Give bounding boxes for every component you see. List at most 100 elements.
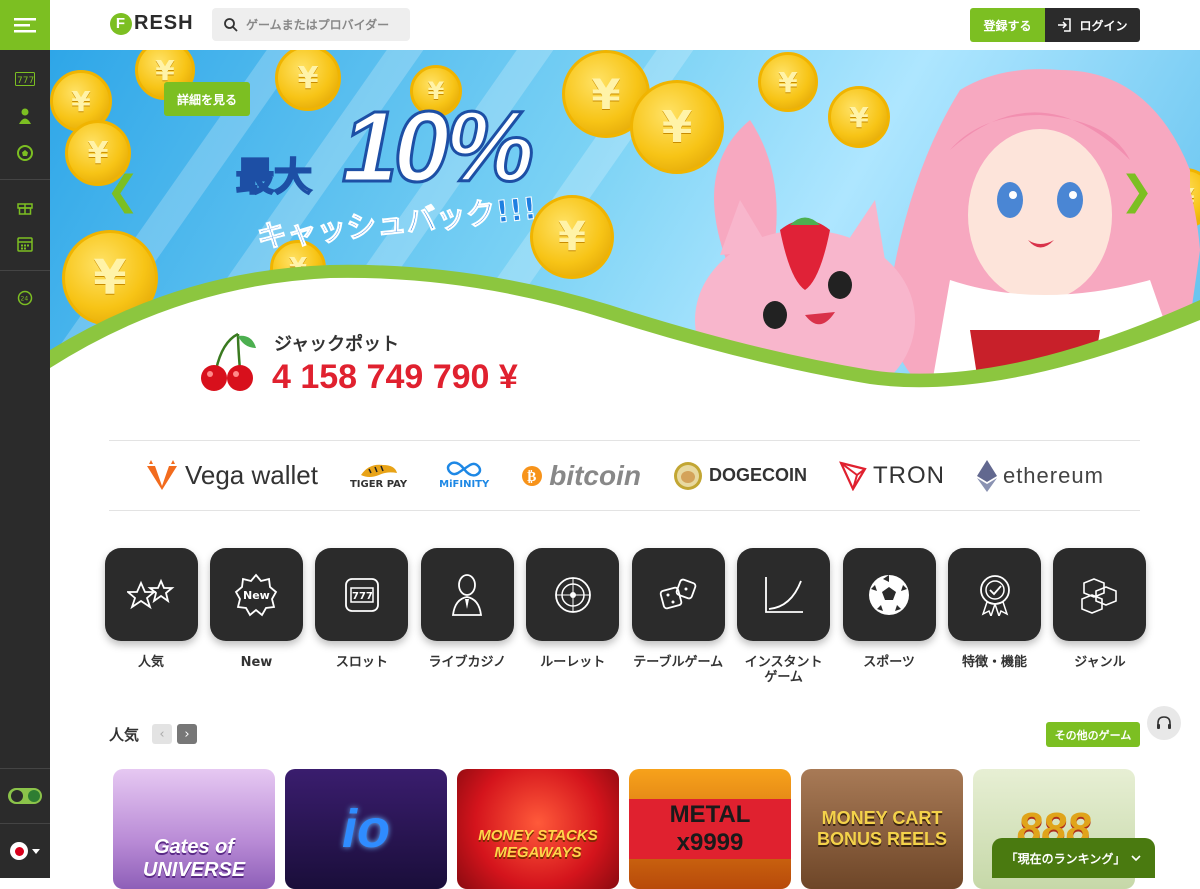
- category-label: スポーツ: [863, 655, 915, 670]
- sidebar-item-sports[interactable]: [0, 134, 50, 171]
- category-instant-games[interactable]: インスタント ゲーム: [737, 548, 831, 685]
- more-games-button[interactable]: その他のゲーム: [1046, 722, 1140, 747]
- sidebar-item-live-casino[interactable]: [0, 97, 50, 134]
- register-button[interactable]: 登録する: [970, 8, 1045, 42]
- game-title: Gates of UNIVERSE: [142, 836, 246, 881]
- sidebar-item-calendar[interactable]: [0, 225, 50, 262]
- carousel-next-button[interactable]: ›: [177, 724, 197, 744]
- payment-label: Vega wallet: [184, 460, 318, 490]
- japan-flag-icon: [10, 842, 28, 860]
- category-tile[interactable]: [420, 548, 514, 641]
- svg-text:777: 777: [352, 591, 373, 602]
- theme-switch[interactable]: [8, 788, 42, 804]
- search-input[interactable]: [246, 17, 406, 32]
- category-tile[interactable]: 777: [315, 548, 409, 641]
- headset-icon: [1157, 716, 1171, 729]
- category-label: ジャンル: [1074, 655, 1126, 670]
- category-tile[interactable]: [526, 548, 620, 641]
- category-sports[interactable]: スポーツ: [842, 548, 936, 685]
- menu-toggle-button[interactable]: [0, 0, 50, 50]
- logo-mark: F: [110, 12, 132, 35]
- soccer-ball-icon: [17, 144, 33, 161]
- category-tile[interactable]: [948, 548, 1041, 641]
- category-tile[interactable]: [104, 548, 198, 641]
- payment-tron: TRON: [839, 460, 945, 491]
- gift-icon: [17, 202, 33, 215]
- tron-icon: [839, 460, 867, 491]
- game-title: MONEY CART BONUS REELS: [816, 808, 948, 849]
- caret-down-icon: [32, 848, 40, 854]
- game-card[interactable]: Gates of UNIVERSE: [113, 769, 275, 889]
- ranking-label: 「現在のランキング」: [1005, 851, 1126, 866]
- category-nav: 人気 New New 777 スロット ライブカジノ ルーレット テーブルゲーム: [104, 548, 1147, 685]
- stars-icon: [127, 578, 175, 609]
- logo-text: RESH: [134, 12, 194, 34]
- infinity-logo-icon: [446, 461, 482, 477]
- category-tile[interactable]: New: [209, 548, 303, 641]
- category-tile[interactable]: [842, 548, 936, 641]
- site-logo[interactable]: F RESH: [110, 12, 194, 35]
- search-box[interactable]: [212, 8, 410, 41]
- svg-text:₿: ₿: [527, 469, 536, 485]
- game-card[interactable]: METAL x9999: [629, 769, 791, 889]
- sun-icon: [11, 790, 23, 802]
- category-new[interactable]: New New: [209, 548, 303, 685]
- payment-vega-wallet: Vega wallet: [145, 459, 318, 492]
- payment-label: TRON: [872, 461, 945, 489]
- category-live-casino[interactable]: ライブカジノ: [420, 548, 514, 685]
- support-chat-button[interactable]: [1147, 706, 1181, 740]
- game-card[interactable]: io: [285, 769, 447, 889]
- category-label: ルーレット: [540, 655, 606, 670]
- category-slots[interactable]: 777 スロット: [315, 548, 409, 685]
- category-features[interactable]: 特徴・機能: [948, 548, 1042, 685]
- game-title: METAL x9999: [629, 799, 791, 859]
- theme-toggle[interactable]: [0, 768, 50, 823]
- category-label: 人気: [137, 655, 164, 670]
- details-button[interactable]: 詳細を見る: [164, 82, 250, 116]
- sidebar: 777 24: [0, 0, 50, 878]
- category-tile[interactable]: [631, 548, 725, 641]
- vega-wallet-logo-icon: [146, 459, 177, 490]
- popular-games-row: Gates of UNIVERSE io MONEY STACKS MEGAWA…: [113, 769, 1135, 889]
- sidebar-item-promotions[interactable]: [0, 188, 50, 225]
- sidebar-item-slots[interactable]: 777: [0, 60, 50, 97]
- payment-tiger-pay: TIGER PAY: [350, 461, 407, 490]
- dogecoin-icon: [673, 461, 702, 490]
- payment-dogecoin: DOGECOIN: [673, 461, 807, 491]
- payment-label: ethereum: [1002, 462, 1104, 488]
- category-popular[interactable]: 人気: [104, 548, 198, 685]
- banner-prev-arrow[interactable]: ❮: [106, 168, 140, 214]
- sidebar-divider: [0, 270, 50, 271]
- svg-text:777: 777: [17, 76, 34, 86]
- game-card[interactable]: MONEY CART BONUS REELS: [801, 769, 963, 889]
- svg-text:New: New: [243, 589, 270, 602]
- category-tile[interactable]: [737, 548, 831, 641]
- slot-machine-icon: 777: [344, 577, 379, 612]
- ranking-toggle-button[interactable]: 「現在のランキング」: [992, 838, 1155, 878]
- category-label: テーブルゲーム: [633, 655, 724, 670]
- category-genre[interactable]: ジャンル: [1053, 548, 1147, 685]
- category-label: 特徴・機能: [961, 655, 1027, 670]
- category-label: インスタント ゲーム: [744, 655, 823, 685]
- sidebar-bottom: [0, 768, 50, 878]
- payment-mifinity: MiFINITY: [439, 461, 489, 490]
- promo-prefix: 最大: [235, 154, 313, 200]
- live-dealer-icon: [452, 573, 483, 616]
- dice-icon: [659, 578, 697, 609]
- category-tile[interactable]: [1053, 548, 1147, 641]
- banner-next-arrow[interactable]: ❯: [1120, 168, 1154, 214]
- category-roulette[interactable]: ルーレット: [526, 548, 620, 685]
- svg-text:24: 24: [21, 295, 29, 302]
- promo-banner[interactable]: ¥ ¥ ¥ ¥ ¥ ¥ ¥ ¥ ¥ ¥ ¥ ¥ ¥ 詳細を見る 最大 10% キ…: [50, 50, 1200, 400]
- carousel-prev-button[interactable]: ‹: [152, 724, 172, 744]
- sidebar-item-support[interactable]: 24: [0, 279, 50, 316]
- bitcoin-icon: ₿: [522, 465, 543, 486]
- category-table-games[interactable]: テーブルゲーム: [631, 548, 725, 685]
- game-card[interactable]: MONEY STACKS MEGAWAYS: [457, 769, 619, 889]
- login-button[interactable]: ログイン: [1045, 8, 1140, 42]
- language-selector[interactable]: [0, 823, 50, 878]
- payment-label: TIGER PAY: [349, 479, 408, 490]
- header: F RESH 登録する ログイン: [50, 0, 1200, 50]
- tiger-logo-icon: [360, 464, 397, 477]
- chevron-down-icon: [1131, 855, 1141, 861]
